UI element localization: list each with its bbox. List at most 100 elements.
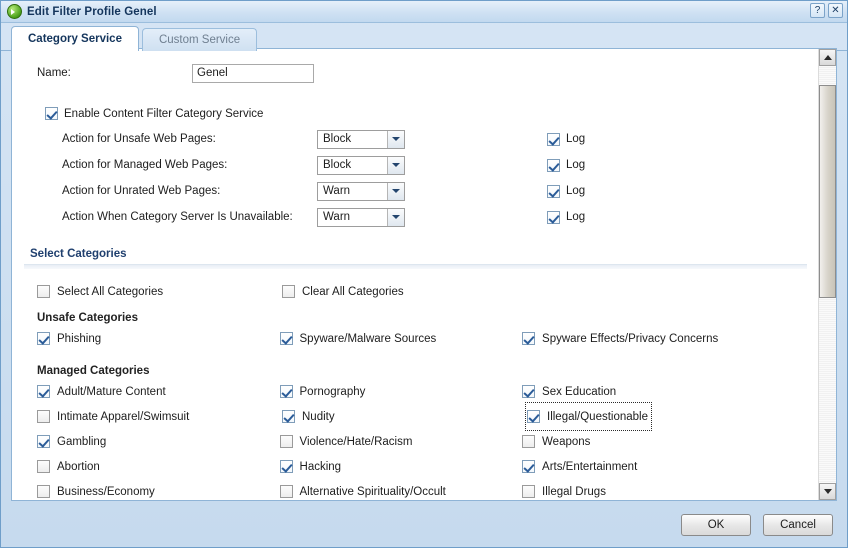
category-checkbox-intimate-apparel-swimsuit[interactable]: [37, 410, 50, 423]
edit-filter-profile-dialog: Edit Filter Profile Genel ? ✕ Category S…: [0, 0, 848, 548]
title-bar: Edit Filter Profile Genel ? ✕: [1, 1, 847, 23]
category-label-spyware-malware-sources: Spyware/Malware Sources: [299, 332, 437, 345]
category-item[interactable]: Alternative Spirituality/Occult: [279, 479, 523, 500]
action-label-unsafe: Action for Unsafe Web Pages:: [62, 133, 216, 145]
select-categories-section: Select Categories: [12, 248, 819, 269]
category-checkbox-alternative-spirituality-occult[interactable]: [279, 485, 293, 498]
select-all-cell[interactable]: Select All Categories: [37, 285, 282, 298]
action-select-managed[interactable]: Block: [317, 155, 405, 175]
category-item[interactable]: Adult/Mature Content: [37, 379, 280, 404]
enable-content-filter-row[interactable]: Enable Content Filter Category Service: [45, 107, 819, 120]
category-label-illegal-questionable: Illegal/Questionable: [547, 410, 649, 423]
tab-custom-service[interactable]: Custom Service: [141, 28, 258, 51]
cancel-button[interactable]: Cancel: [763, 514, 833, 536]
category-item[interactable]: Weapons: [522, 429, 819, 454]
category-label-pornography: Pornography: [299, 385, 366, 398]
chevron-down-icon: [387, 130, 404, 148]
category-item[interactable]: Nudity: [282, 404, 527, 429]
category-checkbox-arts-entertainment[interactable]: [522, 460, 536, 473]
category-item[interactable]: Intimate Apparel/Swimsuit: [37, 404, 282, 429]
category-label-alternative-spirituality-occult: Alternative Spirituality/Occult: [299, 485, 446, 498]
scroll-viewport: Name: Enable Content Filter Category Ser…: [12, 49, 819, 500]
category-checkbox-spyware-effects-privacy-concerns[interactable]: [522, 332, 536, 345]
unsafe-categories-title: Unsafe Categories: [37, 312, 138, 324]
category-checkbox-violence-hate-racism[interactable]: [279, 435, 293, 448]
log-checkbox-server-unavailable[interactable]: [547, 210, 560, 224]
log-checkbox-managed[interactable]: [547, 158, 560, 172]
log-cell-unsafe[interactable]: Log: [547, 132, 585, 146]
category-label-phishing: Phishing: [57, 332, 102, 345]
category-item[interactable]: Illegal Drugs: [522, 479, 819, 500]
category-checkbox-sex-education[interactable]: [522, 385, 536, 398]
category-label-spyware-effects-privacy-concerns: Spyware Effects/Privacy Concerns: [542, 332, 719, 345]
category-item[interactable]: Spyware Effects/Privacy Concerns: [522, 326, 819, 351]
scrollbar-thumb[interactable]: [819, 85, 836, 298]
help-button[interactable]: ?: [810, 3, 825, 18]
select-categories-title: Select Categories: [30, 248, 127, 260]
category-label-abortion: Abortion: [57, 460, 100, 473]
category-checkbox-abortion[interactable]: [37, 460, 50, 473]
category-item[interactable]: Abortion: [37, 454, 280, 479]
select-all-categories-checkbox[interactable]: [37, 285, 50, 298]
category-checkbox-illegal-drugs[interactable]: [522, 485, 536, 498]
clear-all-categories-checkbox[interactable]: [282, 285, 295, 298]
close-button[interactable]: ✕: [828, 3, 843, 18]
action-select-unsafe-value: Block: [323, 133, 352, 145]
action-select-unrated[interactable]: Warn: [317, 181, 405, 201]
category-label-business-economy: Business/Economy: [57, 485, 155, 498]
log-checkbox-unrated[interactable]: [547, 184, 560, 198]
log-checkbox-unsafe[interactable]: [547, 132, 560, 146]
category-label-weapons: Weapons: [542, 435, 591, 448]
name-label: Name:: [37, 67, 71, 79]
content-pane: Name: Enable Content Filter Category Ser…: [11, 48, 837, 501]
log-cell-server-unavailable[interactable]: Log: [547, 210, 585, 224]
category-item[interactable]: Pornography: [279, 379, 523, 404]
category-checkbox-weapons[interactable]: [522, 435, 536, 448]
scroll-up-button[interactable]: [819, 49, 836, 66]
select-clear-all-row: Select All Categories Clear All Categori…: [37, 285, 819, 298]
action-rows: Action for Unsafe Web Pages: Block Log A…: [12, 126, 819, 230]
category-item[interactable]: Arts/Entertainment: [522, 454, 819, 479]
chevron-down-icon: [387, 156, 404, 174]
category-checkbox-nudity[interactable]: [282, 410, 295, 423]
category-item[interactable]: Violence/Hate/Racism: [279, 429, 523, 454]
category-item[interactable]: Phishing: [37, 326, 280, 351]
category-checkbox-phishing[interactable]: [37, 332, 50, 345]
category-checkbox-business-economy[interactable]: [37, 485, 50, 498]
action-select-unsafe[interactable]: Block: [317, 129, 405, 149]
clear-all-cell[interactable]: Clear All Categories: [282, 285, 527, 298]
tab-category-service[interactable]: Category Service: [11, 26, 139, 51]
action-select-server-unavailable[interactable]: Warn: [317, 207, 405, 227]
clear-all-categories-label: Clear All Categories: [302, 285, 404, 298]
category-checkbox-hacking[interactable]: [279, 460, 293, 473]
chevron-down-icon: [387, 208, 404, 226]
category-item[interactable]: Spyware/Malware Sources: [279, 326, 523, 351]
name-row: Name:: [37, 61, 819, 85]
category-checkbox-spyware-malware-sources[interactable]: [279, 332, 293, 345]
category-item[interactable]: Hacking: [279, 454, 523, 479]
category-checkbox-illegal-questionable[interactable]: [527, 410, 540, 423]
category-label-nudity: Nudity: [302, 410, 335, 423]
category-checkbox-pornography[interactable]: [279, 385, 293, 398]
log-cell-unrated[interactable]: Log: [547, 184, 585, 198]
category-checkbox-gambling[interactable]: [37, 435, 50, 448]
profile-name-input[interactable]: [192, 63, 314, 83]
vertical-scrollbar[interactable]: [818, 49, 836, 500]
category-item[interactable]: Business/Economy: [37, 479, 280, 500]
log-cell-managed[interactable]: Log: [547, 158, 585, 172]
scroll-down-button[interactable]: [819, 483, 836, 500]
action-row-managed: Action for Managed Web Pages: Block Log: [62, 152, 819, 178]
managed-categories-row: Adult/Mature Content Pornography Sex Edu…: [37, 379, 819, 404]
title-bar-buttons: ? ✕: [810, 3, 843, 18]
category-item[interactable]: Gambling: [37, 429, 280, 454]
category-item-focused[interactable]: Illegal/Questionable: [524, 402, 653, 431]
dialog-footer: OK Cancel: [1, 503, 847, 547]
ok-button[interactable]: OK: [681, 514, 751, 536]
action-row-unsafe: Action for Unsafe Web Pages: Block Log: [62, 126, 819, 152]
action-select-server-unavailable-value: Warn: [323, 211, 351, 223]
category-item[interactable]: Sex Education: [522, 379, 819, 404]
category-checkbox-adult-mature-content[interactable]: [37, 385, 50, 398]
action-label-managed: Action for Managed Web Pages:: [62, 159, 228, 171]
enable-content-filter-checkbox[interactable]: [45, 107, 58, 120]
scroll-content: Name: Enable Content Filter Category Ser…: [12, 61, 819, 500]
